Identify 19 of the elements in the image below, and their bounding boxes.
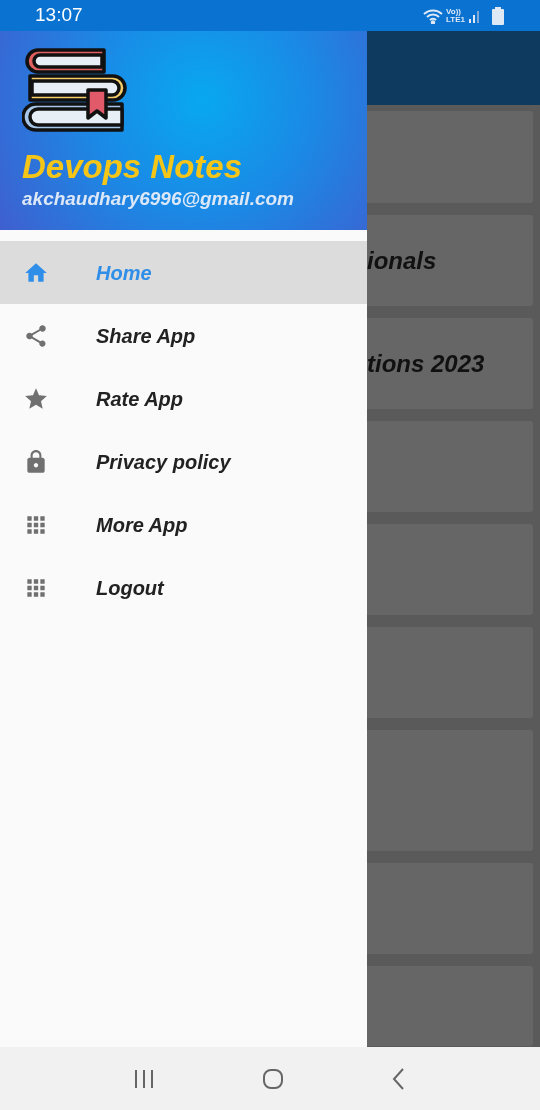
share-icon (23, 322, 49, 349)
network-label: LTE1 (446, 15, 465, 24)
drawer-item[interactable]: More App (0, 493, 367, 556)
user-email: akchaudhary6996@gmail.com (22, 187, 295, 211)
card-title: tions 2023 (367, 348, 485, 379)
card-title: ionals (367, 245, 437, 276)
drawer-item[interactable]: Share App (0, 304, 367, 367)
status-time: 13:07 (35, 3, 83, 28)
home-button-icon[interactable] (261, 1066, 285, 1091)
drawer-item[interactable]: Logout (0, 556, 367, 619)
recent-apps-icon[interactable] (133, 1068, 155, 1089)
volte-label: Vo)) (446, 7, 461, 16)
drawer-item[interactable]: Privacy policy (0, 430, 367, 493)
battery-icon (491, 6, 505, 25)
app-title: Devops Notes (22, 148, 244, 186)
drawer-item[interactable]: Rate App (0, 367, 367, 430)
wifi-icon (423, 7, 444, 24)
books-logo-icon (22, 46, 128, 134)
back-icon[interactable] (391, 1066, 407, 1091)
